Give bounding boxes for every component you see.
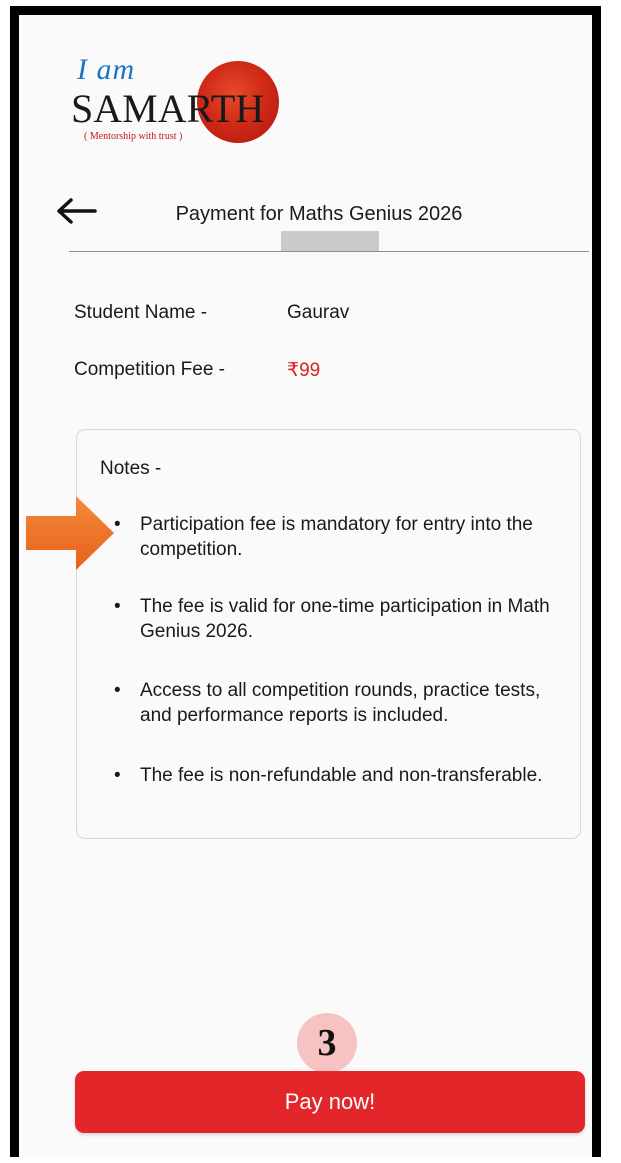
step-number-badge: 3 [297,1013,357,1073]
student-name-value: Gaurav [287,302,350,323]
competition-fee-label: Competition Fee - [74,359,226,380]
pay-now-button[interactable]: Pay now! [75,1071,585,1133]
phone-frame: I am SAMARTH ( Mentorship with trust ) P… [10,6,601,1157]
bullet-icon: • [114,680,121,701]
orange-pointer-arrow-icon [26,496,114,575]
note-text: The fee is valid for one-time participat… [140,596,550,642]
redacted-block [281,231,379,251]
notes-title: Notes - [100,458,162,479]
bullet-icon: • [114,765,121,786]
note-text: The fee is non-refundable and non-transf… [140,765,543,786]
app-screen: I am SAMARTH ( Mentorship with trust ) P… [19,15,592,1157]
logo-tagline: ( Mentorship with trust ) [84,131,183,142]
note-item: • Participation fee is mandatory for ent… [114,512,550,562]
notes-card: Notes - • Participation fee is mandatory… [76,429,581,839]
page-title: Payment for Maths Genius 2026 [175,203,463,225]
note-text: Access to all competition rounds, practi… [140,680,541,726]
student-name-label: Student Name - [74,302,208,323]
logo-brand-text: SAMARTH [71,86,265,131]
competition-fee-value: ₹99 [287,360,321,381]
bullet-icon: • [114,596,121,617]
note-item: • The fee is non-refundable and non-tran… [114,763,550,788]
bullet-icon: • [114,514,121,535]
note-text: Participation fee is mandatory for entry… [140,514,533,560]
note-item: • The fee is valid for one-time particip… [114,594,550,644]
note-item: • Access to all competition rounds, prac… [114,678,550,728]
header-divider [69,251,589,252]
back-arrow-icon[interactable] [55,193,99,229]
samarth-logo: I am SAMARTH ( Mentorship with trust ) [71,53,287,153]
logo-iam-text: I am [77,53,136,86]
